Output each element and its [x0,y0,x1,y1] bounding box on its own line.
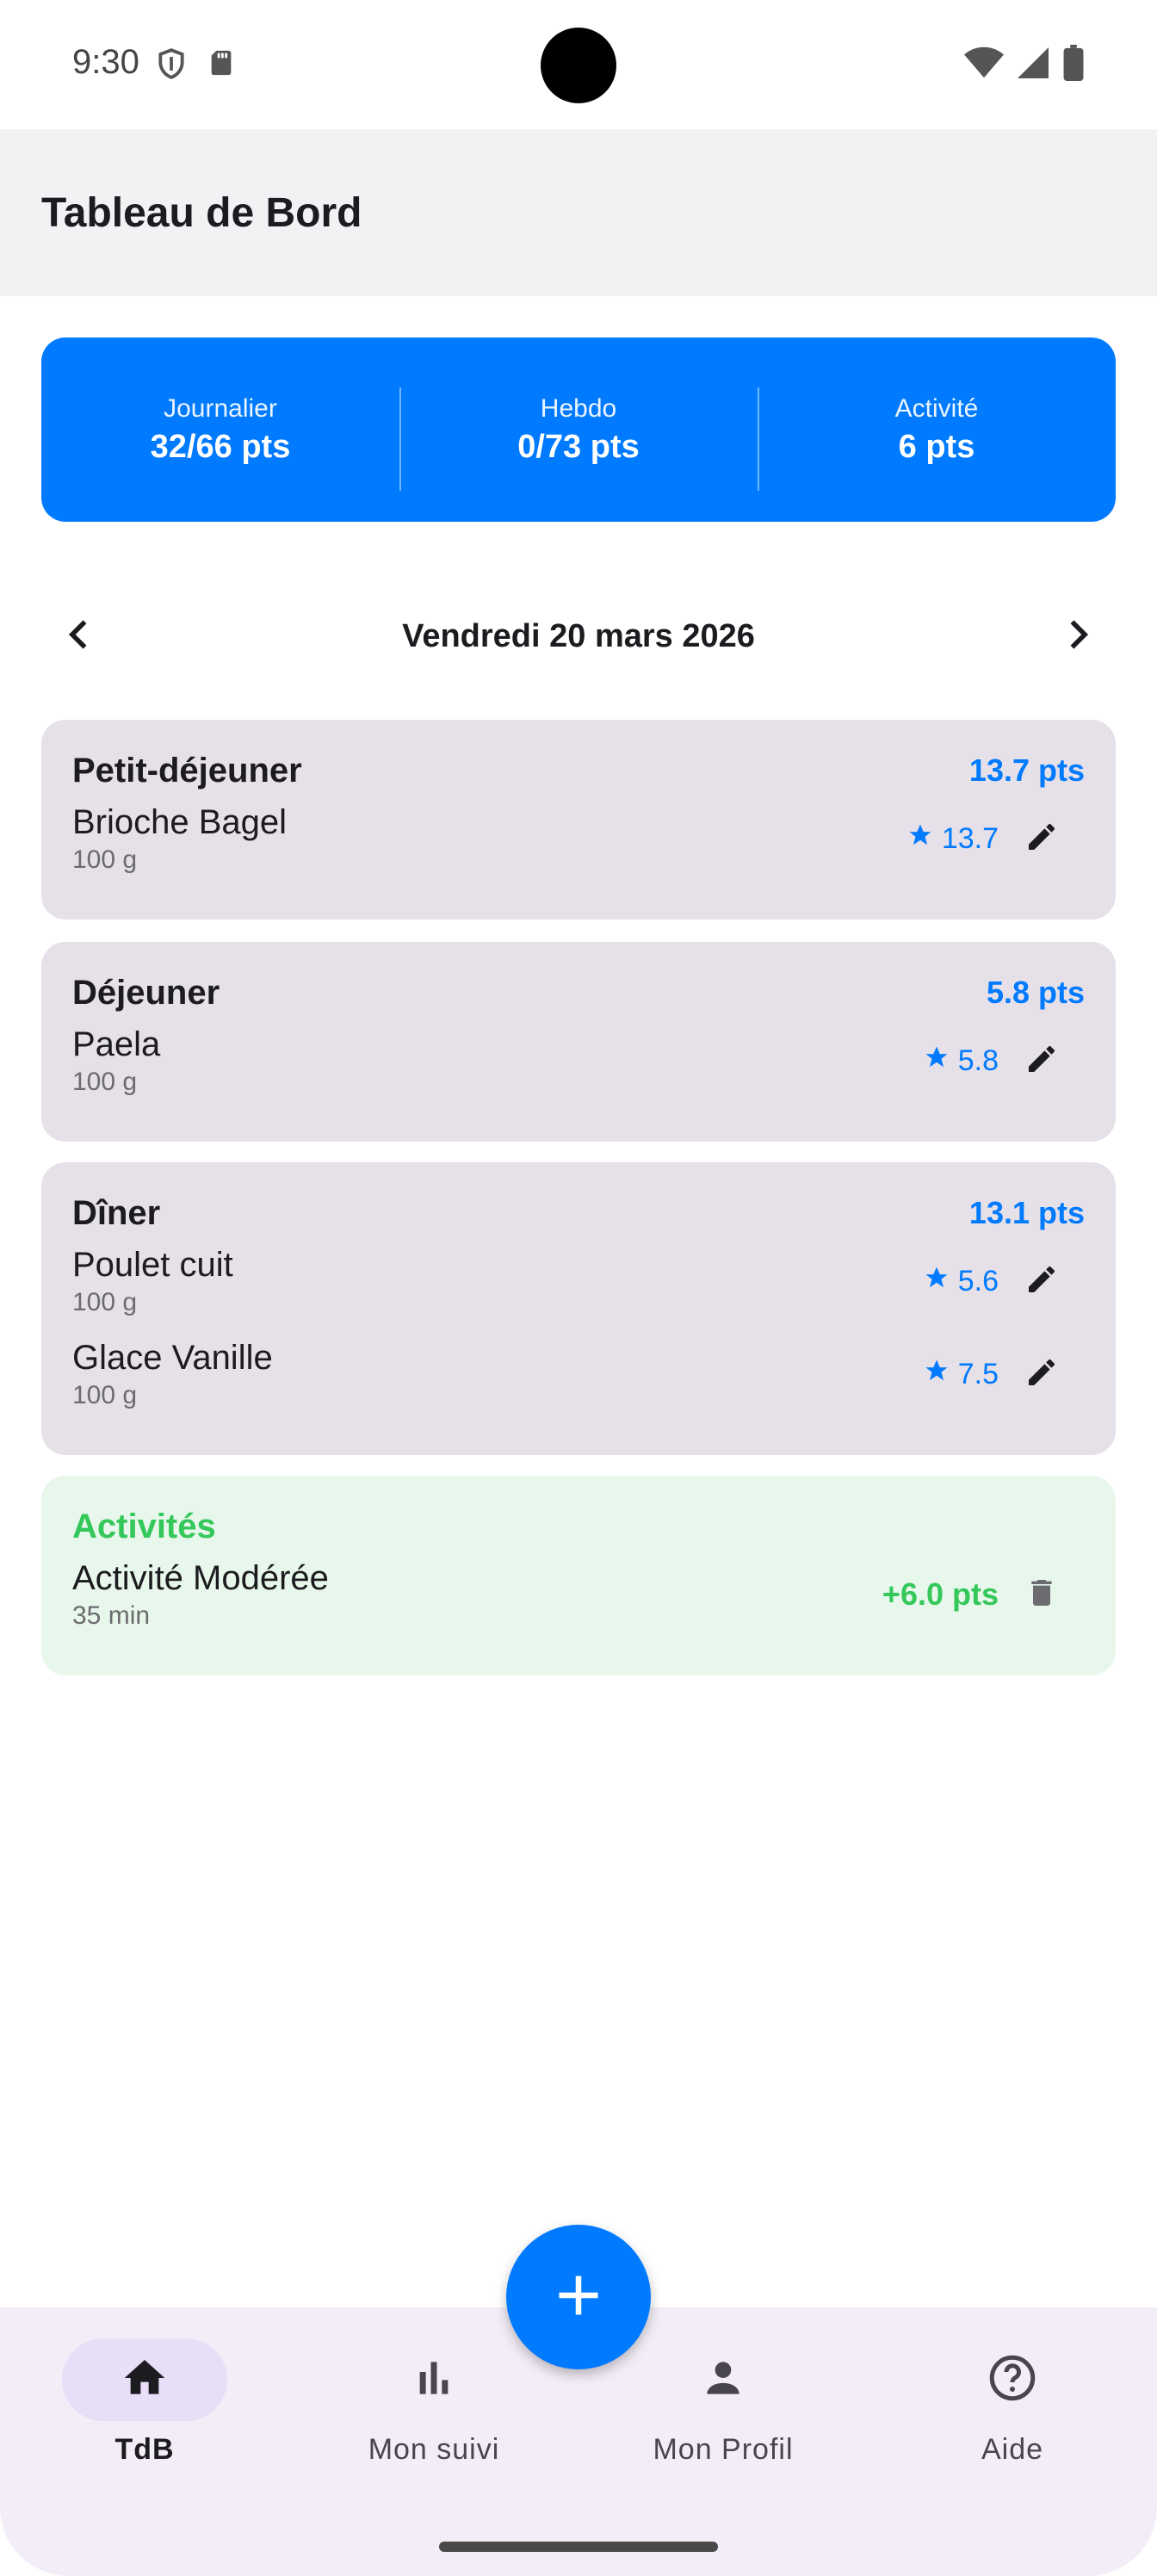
pencil-icon [1024,1042,1059,1081]
meal-header: Dîner 13.1 pts [72,1192,1085,1235]
activities-card[interactable]: Activités Activité Modérée 35 min +6.0 p… [41,1476,1116,1675]
food-quantity: 100 g [72,1380,138,1409]
points-summary-card: Journalier 32/66 pts Hebdo 0/73 pts Acti… [41,337,1116,522]
delete-activity-button[interactable] [1021,1574,1062,1615]
nav-label: Mon Profil [653,2433,794,2466]
status-bar: 9:30 [0,0,1157,129]
meal-header: Petit-déjeuner 13.7 pts [72,749,1085,792]
activity-duration: 35 min [72,1601,151,1630]
edit-food-button[interactable] [1021,1353,1062,1395]
next-day-button[interactable] [1038,598,1116,675]
wifi-icon [964,46,1004,84]
food-name: Poulet cuit [72,1245,233,1284]
food-quantity: 100 g [72,1067,138,1096]
nav-label: Mon suivi [368,2433,500,2466]
plus-icon [553,2269,604,2325]
food-quantity: 100 g [72,1287,138,1316]
activity-name: Activité Modérée [72,1558,329,1597]
meal-points: 13.1 pts [968,1195,1085,1230]
summary-label: Activité [894,393,979,423]
food-item[interactable]: Brioche Bagel 100 g 13.7 [72,792,1085,885]
status-icons-right [964,45,1085,85]
signal-icon [1016,46,1050,84]
summary-value: 0/73 pts [517,428,640,465]
food-item[interactable]: Paela 100 g 5.8 [72,1014,1085,1107]
meal-name: Dîner [72,1193,161,1232]
previous-day-button[interactable] [41,598,119,675]
date-navigator: Vendredi 20 mars 2026 [41,598,1116,675]
pencil-icon [1024,820,1059,858]
food-name: Paela [72,1025,161,1063]
pencil-icon [1024,1355,1059,1394]
summary-value: 6 pts [898,428,975,465]
activity-points: +6.0 pts [882,1576,999,1612]
nav-label: Aide [981,2433,1044,2466]
nav-item-help[interactable]: Aide [868,2307,1157,2576]
page-title: Tableau de Bord [41,190,362,236]
meal-card-dinner[interactable]: Dîner 13.1 pts Poulet cuit 100 g 5.6 Gla… [41,1162,1116,1455]
meal-name: Petit-déjeuner [72,751,302,790]
trash-icon [1024,1576,1059,1614]
food-score-value: 13.7 [941,821,999,855]
summary-label: Journalier [164,393,277,423]
summary-value: 32/66 pts [150,428,291,465]
meal-card-breakfast[interactable]: Petit-déjeuner 13.7 pts Brioche Bagel 10… [41,720,1116,920]
summary-label: Hebdo [540,393,617,423]
food-quantity: 100 g [72,845,138,874]
meal-card-lunch[interactable]: Déjeuner 5.8 pts Paela 100 g 5.8 [41,942,1116,1142]
chevron-right-icon [1058,616,1096,658]
battery-icon [1062,45,1085,85]
food-item[interactable]: Glace Vanille 100 g 7.5 [72,1328,1085,1421]
status-icons-left [155,46,236,85]
star-icon [907,822,933,856]
nav-icon-container [62,2338,227,2421]
bar-chart-icon [410,2354,458,2406]
edit-food-button[interactable] [1021,818,1062,859]
help-icon [987,2352,1038,2408]
edit-food-button[interactable] [1021,1260,1062,1302]
food-name: Brioche Bagel [72,802,288,841]
person-icon [699,2354,747,2406]
edit-food-button[interactable] [1021,1040,1062,1081]
food-score: 5.6 [924,1265,999,1298]
home-icon [121,2354,169,2406]
star-icon [924,1358,950,1391]
meal-header: Déjeuner 5.8 pts [72,971,1085,1014]
meal-points: 13.7 pts [968,752,1085,788]
pencil-icon [1024,1262,1059,1301]
nav-icon-container [640,2338,806,2421]
nav-label: TdB [114,2433,175,2466]
food-score-value: 5.8 [957,1043,999,1077]
activities-title: Activités [72,1508,216,1545]
phone-screen: 9:30 Tableau de Bord Journalier 32/66 pt… [0,0,1157,2576]
activity-item[interactable]: Activité Modérée 35 min +6.0 pts [72,1548,1085,1641]
food-score: 5.8 [924,1044,999,1078]
summary-activity: Activité 6 pts [758,387,1116,491]
meal-points: 5.8 pts [986,975,1085,1010]
home-indicator[interactable] [439,2542,718,2552]
food-score: 13.7 [907,822,999,856]
current-date: Vendredi 20 mars 2026 [402,617,755,654]
chevron-left-icon [61,616,99,658]
nav-item-dashboard[interactable]: TdB [0,2307,289,2576]
summary-weekly: Hebdo 0/73 pts [399,387,758,491]
food-score-value: 7.5 [957,1357,999,1390]
sd-card-icon [207,46,236,85]
star-icon [924,1265,950,1298]
food-name: Glace Vanille [72,1338,273,1377]
meal-name: Déjeuner [72,973,220,1012]
add-entry-button[interactable] [506,2225,651,2369]
food-score-value: 5.6 [957,1264,999,1297]
nav-icon-container [930,2338,1095,2421]
food-item[interactable]: Poulet cuit 100 g 5.6 [72,1235,1085,1328]
food-score: 7.5 [924,1358,999,1391]
shield-icon [155,46,188,85]
nav-icon-container [351,2338,517,2421]
star-icon [924,1044,950,1078]
app-bar: Tableau de Bord [0,129,1157,296]
summary-daily: Journalier 32/66 pts [41,394,399,466]
status-time: 9:30 [72,43,139,81]
camera-cutout [541,28,616,103]
